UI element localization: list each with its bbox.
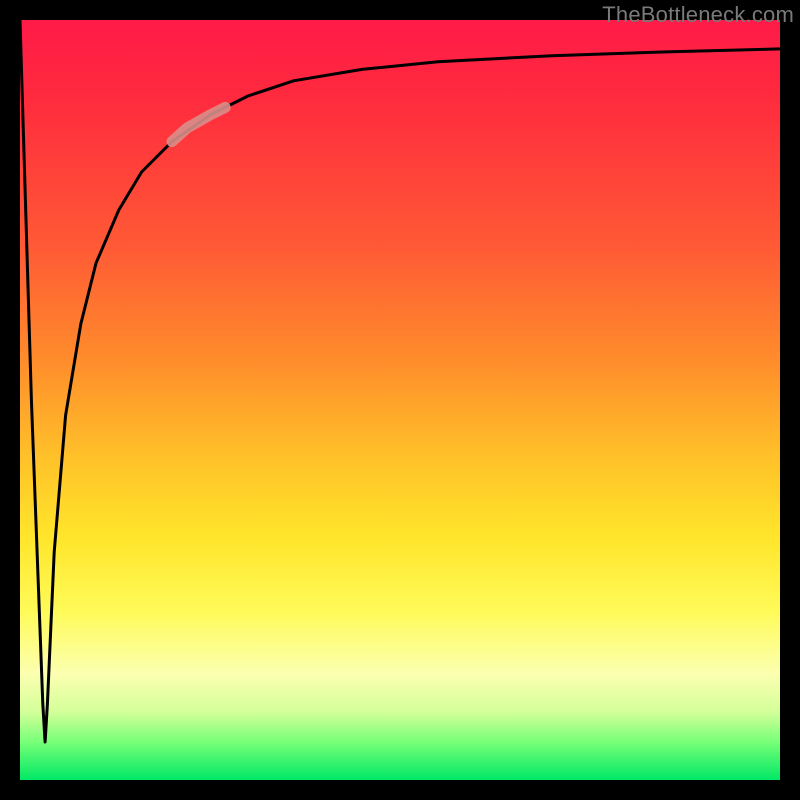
highlight-segment: [172, 107, 225, 141]
chart-frame: TheBottleneck.com: [0, 0, 800, 800]
watermark-text: TheBottleneck.com: [602, 2, 794, 28]
bottleneck-curve: [20, 20, 780, 742]
curve-layer: [20, 20, 780, 780]
